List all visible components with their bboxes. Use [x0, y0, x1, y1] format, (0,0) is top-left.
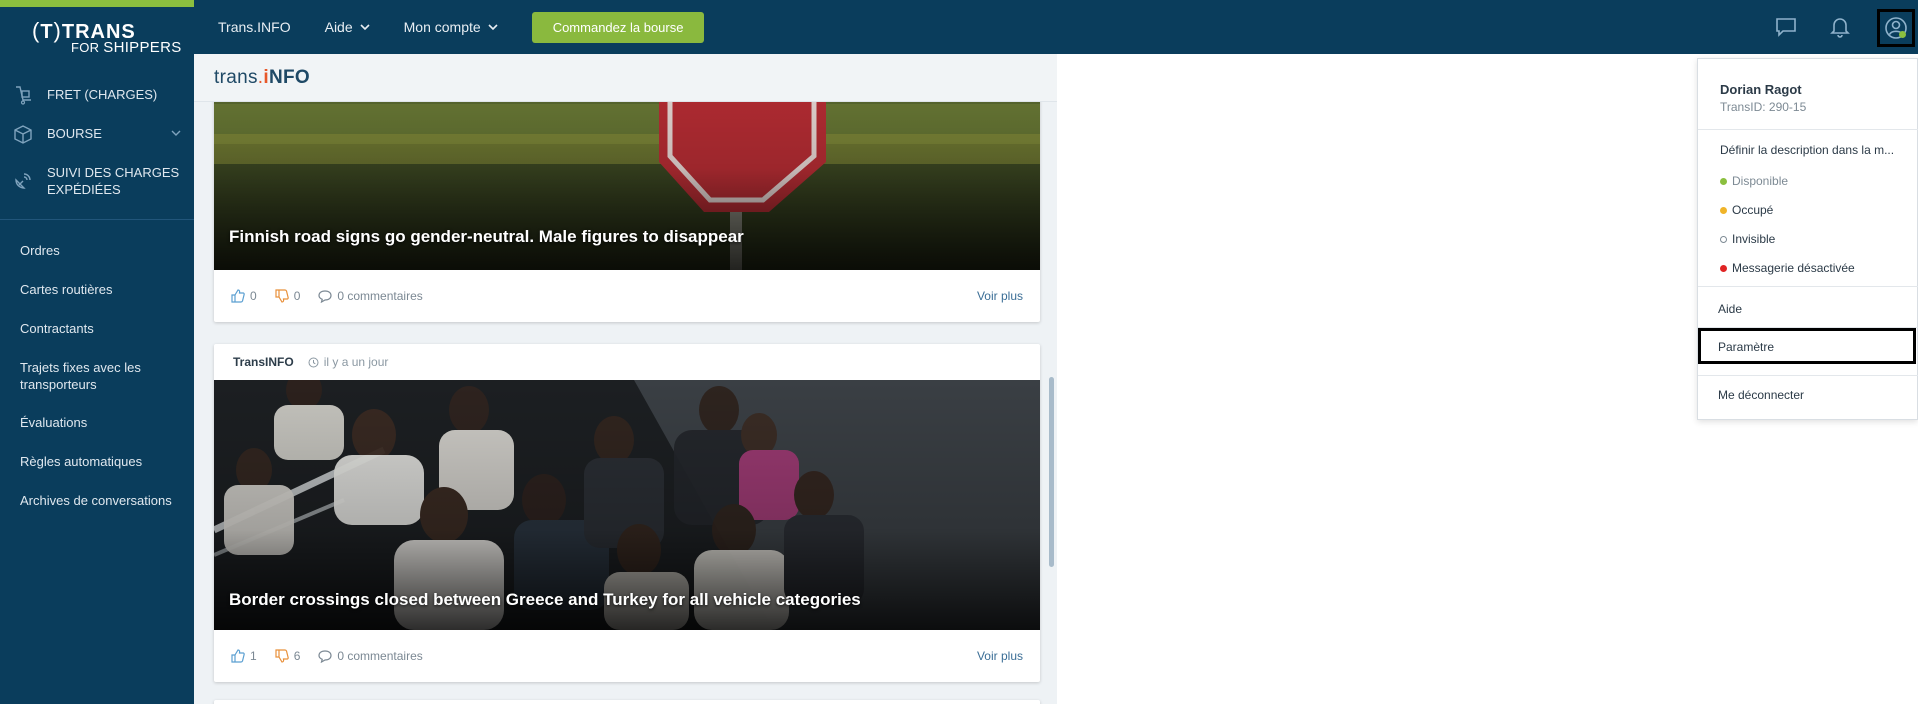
nav-transinfo[interactable]: Trans.INFO — [218, 19, 291, 35]
trolley-icon — [16, 86, 31, 105]
settings-label: Paramètre — [1718, 340, 1775, 354]
logout-item[interactable]: Me déconnecter — [1718, 388, 1804, 402]
like-count: 0 — [250, 289, 257, 303]
feed-header: trans.iNFO — [194, 54, 1057, 102]
sidebar-item-contractors[interactable]: Contractants — [20, 320, 180, 337]
logo-letter: T — [40, 21, 54, 43]
feed-scrollbar-thumb[interactable] — [1049, 377, 1054, 567]
trans-id: TransID: 290-15 — [1720, 100, 1807, 114]
sidebar-item-automatic-rules[interactable]: Règles automatiques — [20, 453, 180, 470]
menu-divider — [1698, 286, 1918, 287]
comments-link[interactable]: 0 commentaires — [318, 289, 423, 303]
transinfo-brand-logo[interactable]: trans.iNFO — [214, 67, 310, 89]
sidebar-item-label: FRET (CHARGES) — [47, 87, 158, 102]
status-label: Occupé — [1732, 203, 1774, 217]
logo-sub-for: FOR — [71, 40, 100, 55]
online-status-dot — [1899, 31, 1906, 38]
thumbs-up-icon — [231, 289, 245, 303]
sidebar-item-fixed-routes[interactable]: Trajets fixes avec les transporteurs — [20, 359, 180, 393]
trans-for-shippers-logo[interactable]: (T)TRANS FOR SHIPPERS — [0, 7, 194, 56]
status-dot-green — [1720, 177, 1727, 185]
set-description-item[interactable]: Définir la description dans la m... — [1720, 143, 1894, 157]
status-label: Messagerie désactivée — [1732, 261, 1855, 275]
comment-count: 0 commentaires — [337, 289, 423, 303]
news-title[interactable]: Finnish road signs go gender-neutral. Ma… — [229, 227, 744, 247]
status-invisible[interactable]: Invisible — [1720, 232, 1775, 246]
sidebar-item-road-maps[interactable]: Cartes routières — [20, 281, 180, 298]
nav-transinfo-label: Trans.INFO — [218, 19, 291, 35]
news-image-border-crowd[interactable]: Border crossings closed between Greece a… — [214, 380, 1040, 630]
status-label: Invisible — [1732, 232, 1776, 246]
thumbs-down-icon — [275, 649, 289, 663]
satellite-icon — [15, 173, 31, 189]
news-source[interactable]: TransINFO — [233, 355, 294, 369]
dislike-button[interactable]: 6 — [275, 649, 301, 663]
news-meta: TransINFO il y a un jour — [214, 344, 1040, 380]
news-title[interactable]: Border crossings closed between Greece a… — [229, 590, 861, 610]
bell-icon[interactable] — [1826, 13, 1854, 41]
dislike-count: 6 — [293, 649, 301, 663]
like-count: 1 — [250, 649, 257, 663]
comment-icon — [318, 290, 332, 303]
chevron-down-icon — [360, 24, 370, 31]
see-more-link[interactable]: Voir plus — [977, 649, 1023, 663]
like-button[interactable]: 1 — [231, 649, 257, 663]
chat-icon[interactable] — [1772, 13, 1800, 41]
news-actions: 0 0 0 commentaires Voir plus — [214, 270, 1040, 322]
top-nav: Trans.INFO Aide Mon compte Commandez la … — [218, 0, 705, 54]
comments-link[interactable]: 0 commentaires — [318, 649, 423, 663]
comment-icon — [318, 650, 332, 663]
news-card — [214, 700, 1040, 704]
nav-aide[interactable]: Aide — [325, 19, 370, 35]
see-more-link[interactable]: Voir plus — [977, 289, 1023, 303]
news-card: TransINFO il y a un jour Border crossing… — [214, 344, 1040, 682]
brand-part: NFO — [268, 67, 310, 88]
chevron-down-icon — [488, 24, 498, 31]
dislike-count: 0 — [293, 289, 301, 303]
sidebar-item-conversation-archives[interactable]: Archives de conversations — [20, 492, 180, 509]
help-item[interactable]: Aide — [1718, 302, 1742, 316]
clock-icon — [308, 357, 319, 367]
user-menu-dropdown: Dorian Ragot TransID: 290-15 Définir la … — [1697, 58, 1918, 420]
nav-account[interactable]: Mon compte — [404, 19, 498, 35]
status-dot-yellow — [1720, 206, 1727, 214]
box-icon — [14, 125, 32, 144]
status-dot-empty — [1720, 235, 1727, 243]
news-actions: 1 6 0 commentaires Voir plus — [214, 630, 1040, 682]
thumbs-down-icon — [275, 289, 289, 303]
accent-strip — [0, 0, 194, 7]
like-button[interactable]: 0 — [231, 289, 257, 303]
status-busy[interactable]: Occupé — [1720, 203, 1773, 217]
top-bar: (T)TRANS FOR SHIPPERS Trans.INFO Aide Mo… — [0, 0, 1918, 56]
news-time-label: il y a un jour — [323, 355, 389, 369]
order-exchange-button[interactable]: Commandez la bourse — [531, 11, 705, 43]
news-feed: trans.iNFO Finnish road signs go gender-… — [194, 54, 1057, 704]
nav-account-label: Mon compte — [403, 19, 481, 35]
menu-divider — [1698, 129, 1918, 130]
sidebar-item-label: BOURSE — [47, 126, 102, 141]
dislike-button[interactable]: 0 — [275, 289, 301, 303]
nav-aide-label: Aide — [324, 19, 353, 35]
user-avatar-button[interactable] — [1877, 9, 1915, 47]
logo-paren: ) — [53, 18, 62, 43]
news-time: il y a un jour — [308, 355, 389, 369]
brand-part: trans — [214, 67, 258, 88]
sidebar-item-label: SUIVI DES CHARGES EXPÉDIÉES — [47, 165, 180, 197]
sidebar: FRET (CHARGES) BOURSE SUIVI DES CHARGES … — [0, 54, 194, 704]
status-available[interactable]: Disponible — [1720, 174, 1788, 188]
sidebar-item-orders[interactable]: Ordres — [20, 242, 180, 259]
sidebar-item-evaluations[interactable]: Évaluations — [20, 414, 180, 431]
chevron-down-icon — [171, 130, 181, 136]
menu-divider — [1698, 375, 1918, 376]
sidebar-divider — [0, 219, 194, 220]
status-messaging-off[interactable]: Messagerie désactivée — [1720, 261, 1855, 275]
user-name: Dorian Ragot — [1720, 82, 1802, 97]
comment-count: 0 commentaires — [337, 649, 423, 663]
status-label: Disponible — [1732, 174, 1789, 188]
thumbs-up-icon — [231, 649, 245, 663]
settings-item[interactable]: Paramètre — [1698, 328, 1916, 364]
status-dot-red — [1720, 264, 1727, 272]
